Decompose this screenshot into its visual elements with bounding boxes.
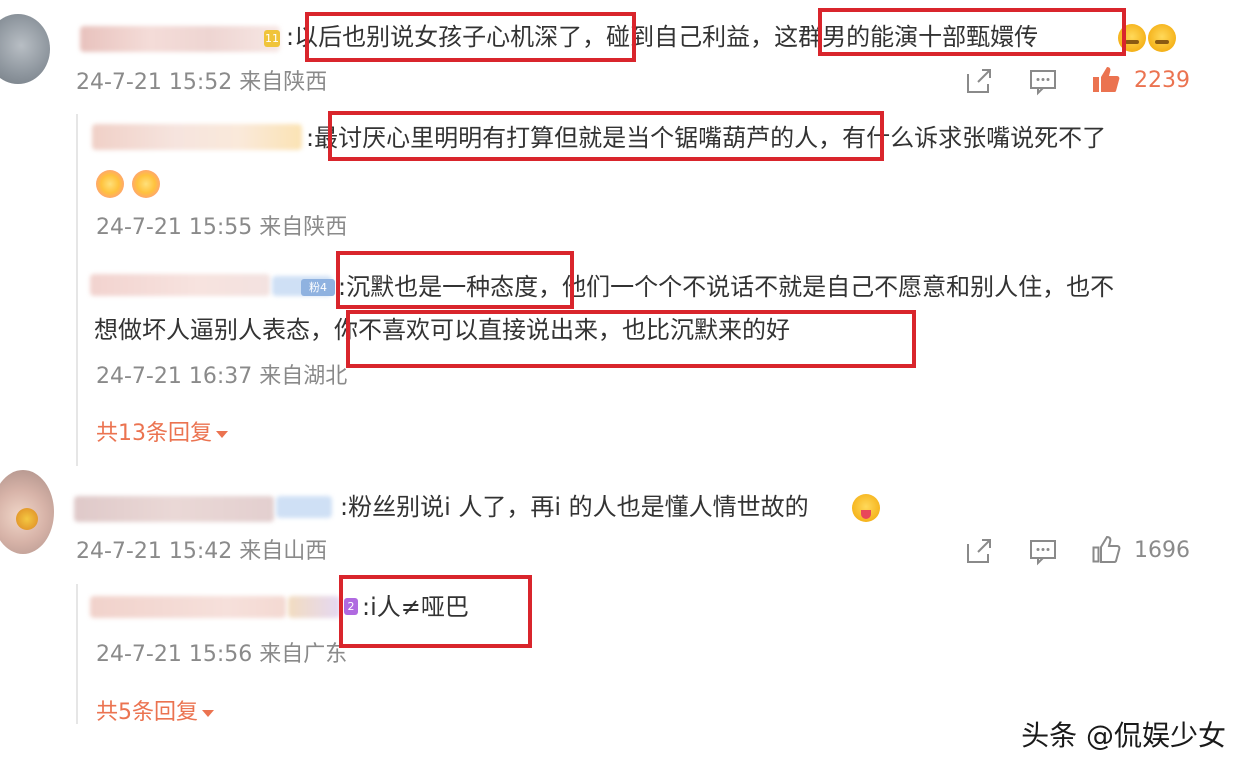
- like-icon[interactable]: [1090, 64, 1122, 96]
- username-blurred[interactable]: [92, 124, 302, 150]
- share-icon[interactable]: [964, 66, 994, 96]
- username-blurred[interactable]: [90, 596, 286, 618]
- emoji-crying: [1148, 24, 1176, 52]
- username-blurred[interactable]: [276, 496, 332, 518]
- comment-icon[interactable]: [1028, 66, 1058, 96]
- avatar[interactable]: [0, 14, 50, 84]
- highlight-box: [328, 111, 884, 161]
- share-icon[interactable]: [964, 536, 994, 566]
- avatar[interactable]: [0, 470, 54, 554]
- more-replies-label: 共5条回复: [96, 700, 198, 725]
- more-replies-link[interactable]: 共13条回复: [96, 421, 228, 447]
- username-blurred[interactable]: [74, 496, 274, 522]
- comment-meta: 24-7-21 15:52 来自陕西: [76, 70, 328, 95]
- like-icon[interactable]: [1090, 534, 1122, 566]
- reply-thread-line: [76, 584, 78, 724]
- chevron-down-icon: [202, 709, 214, 717]
- source-watermark: 头条 @侃娱少女: [1021, 719, 1226, 752]
- highlight-box: [336, 251, 574, 309]
- more-replies-label: 共13条回复: [96, 421, 212, 446]
- emoji-flower: [96, 170, 124, 198]
- username-blurred[interactable]: [288, 596, 340, 618]
- reply-meta: 24-7-21 15:55 来自陕西: [96, 215, 348, 240]
- comment-icon[interactable]: [1028, 536, 1058, 566]
- emoji-flower: [132, 170, 160, 198]
- username-blurred[interactable]: [80, 26, 280, 52]
- highlight-box: [305, 12, 636, 62]
- reply-meta: 24-7-21 16:37 来自湖北: [96, 364, 348, 389]
- highlight-box: [346, 310, 916, 368]
- like-count: 1696: [1134, 538, 1190, 563]
- highlight-box: [339, 575, 532, 648]
- comment-text: :粉丝别说i 人了，再i 的人也是懂人情世故的: [340, 493, 809, 521]
- reply-meta: 24-7-21 15:56 来自广东: [96, 642, 348, 667]
- emoji-tongue: [852, 494, 880, 522]
- fan-level-badge: 11: [264, 30, 280, 47]
- like-count: 2239: [1134, 68, 1190, 93]
- chevron-down-icon: [216, 430, 228, 438]
- reply-thread-line: [76, 114, 78, 466]
- highlight-box: [818, 8, 1126, 56]
- comment-meta: 24-7-21 15:42 来自山西: [76, 539, 328, 564]
- username-blurred[interactable]: [90, 274, 270, 296]
- fan-badge: 粉4: [301, 279, 335, 296]
- more-replies-link[interactable]: 共5条回复: [96, 700, 214, 726]
